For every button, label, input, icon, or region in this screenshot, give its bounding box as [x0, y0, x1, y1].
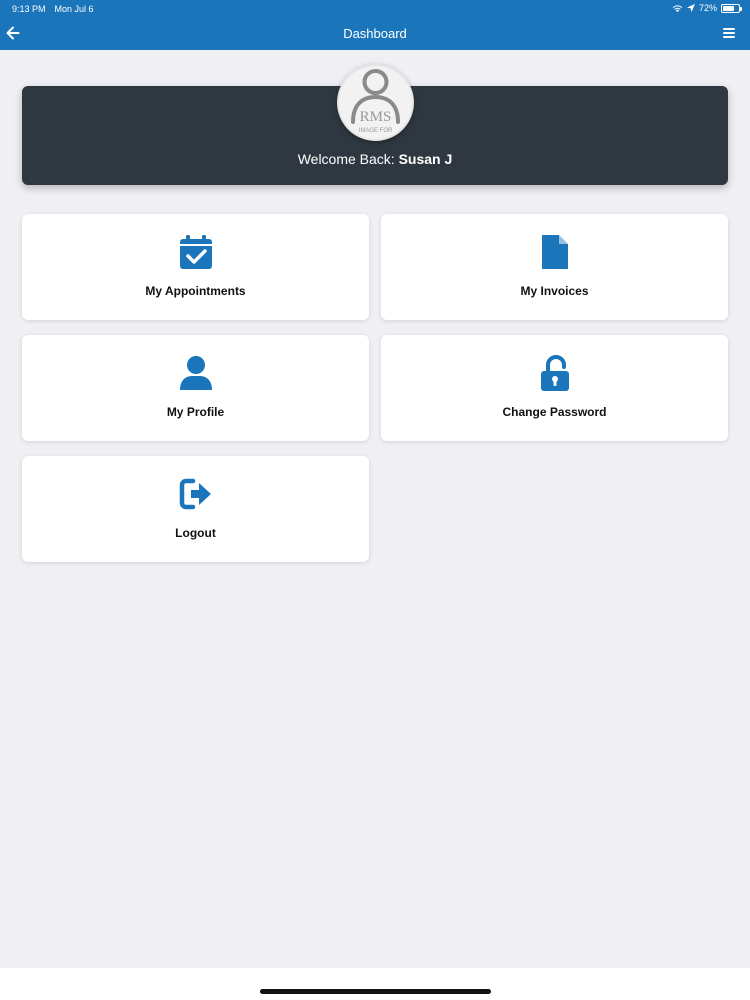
sign-out-icon: [179, 478, 211, 510]
tile-label: Logout: [175, 526, 216, 540]
user-name: Susan J: [398, 151, 453, 167]
avatar: RMS IMAGE FOR: [337, 64, 414, 141]
tile-logout[interactable]: Logout: [22, 456, 369, 562]
wifi-icon: [672, 4, 683, 12]
tile-label: My Profile: [166, 405, 225, 419]
tile-label: My Appointments: [145, 284, 246, 298]
avatar-logo-text: RMS: [360, 109, 392, 125]
tile-label: Change Password: [502, 405, 607, 419]
calendar-check-icon: [179, 235, 212, 269]
location-arrow-icon: [686, 4, 695, 12]
hamburger-menu-icon[interactable]: [722, 26, 736, 40]
nav-bar: Dashboard: [0, 18, 750, 50]
status-time: 9:13 PM: [12, 4, 46, 14]
battery-icon: [721, 3, 742, 13]
app-header: 9:13 PM Mon Jul 6 72% Dashboard: [0, 0, 750, 50]
battery-fill: [723, 5, 734, 11]
battery-percent: 72%: [698, 3, 717, 13]
file-icon: [541, 235, 568, 269]
tile-my-profile[interactable]: My Profile: [22, 335, 369, 441]
home-indicator[interactable]: [260, 989, 491, 994]
bottom-safe-area: [0, 968, 750, 1000]
unlock-icon: [540, 355, 569, 391]
user-icon: [179, 356, 212, 390]
avatar-logo-subtext: IMAGE FOR: [359, 128, 393, 134]
welcome-prefix: Welcome Back:: [297, 151, 395, 167]
tile-my-appointments[interactable]: My Appointments: [22, 214, 369, 320]
page-title: Dashboard: [343, 26, 407, 41]
status-bar: 9:13 PM Mon Jul 6 72%: [0, 0, 750, 18]
welcome-message: Welcome Back: Susan J: [22, 151, 728, 167]
tile-my-invoices[interactable]: My Invoices: [381, 214, 728, 320]
status-date: Mon Jul 6: [54, 4, 94, 14]
user-silhouette-icon: RMS IMAGE FOR: [351, 69, 400, 134]
tile-change-password[interactable]: Change Password: [381, 335, 728, 441]
tile-label: My Invoices: [520, 284, 589, 298]
